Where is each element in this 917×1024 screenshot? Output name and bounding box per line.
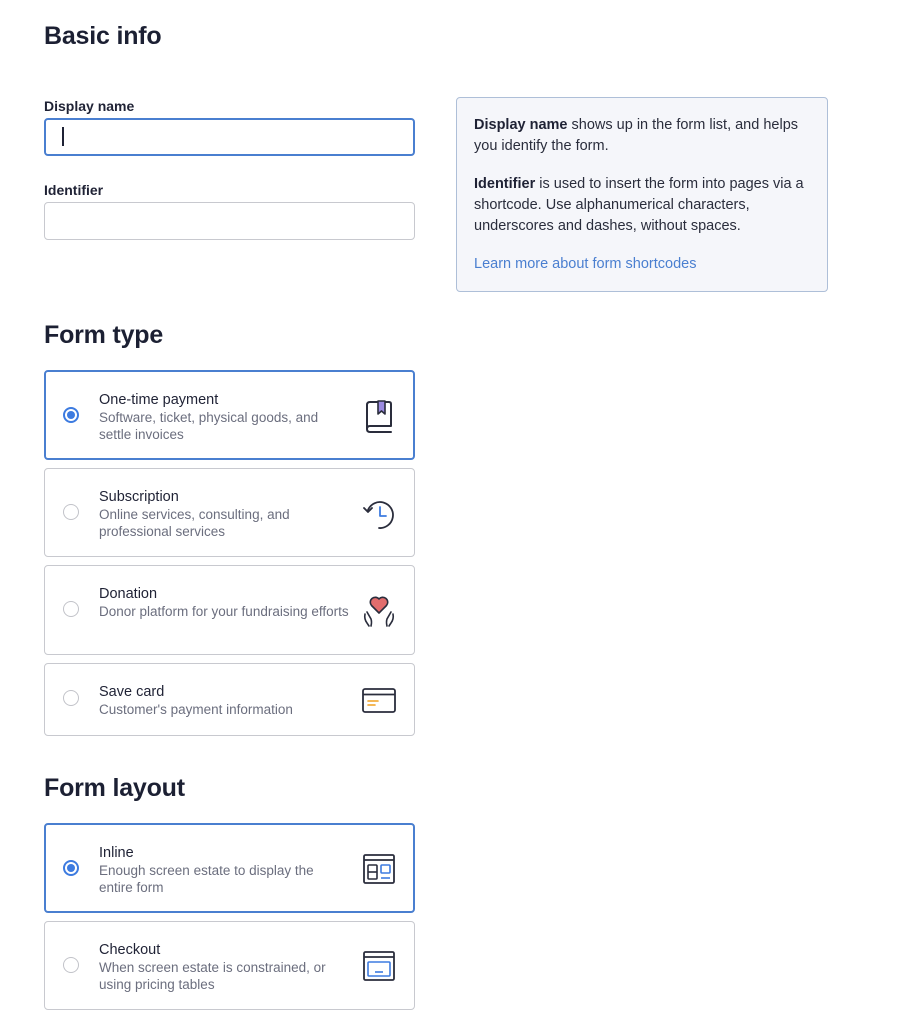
- credit-card-icon: [362, 688, 396, 713]
- option-description: Software, ticket, physical goods, and se…: [99, 410, 319, 442]
- form-type-option-save-card[interactable]: Save card Customer's payment information: [44, 663, 415, 736]
- identifier-input[interactable]: [44, 202, 415, 240]
- form-type-option-one-time-payment[interactable]: One-time payment Software, ticket, physi…: [44, 370, 415, 460]
- form-type-option-donation[interactable]: Donation Donor platform for your fundrai…: [44, 565, 415, 655]
- clock-history-icon: [363, 501, 394, 529]
- help-box: Display name shows up in the form list, …: [456, 97, 828, 292]
- option-text: Inline Enough screen estate to display t…: [99, 844, 349, 896]
- option-text: Donation Donor platform for your fundrai…: [99, 585, 349, 621]
- radio-button[interactable]: [63, 407, 79, 423]
- help-display-name-bold: Display name: [474, 117, 568, 133]
- identifier-label: Identifier: [44, 182, 104, 198]
- option-text: Save card Customer's payment information: [99, 683, 349, 719]
- help-display-name: Display name shows up in the form list, …: [474, 115, 810, 157]
- radio-button[interactable]: [63, 601, 79, 617]
- form-layout-heading: Form layout: [44, 774, 185, 802]
- option-description: When screen estate is constrained, or us…: [99, 960, 326, 992]
- form-layout-option-checkout[interactable]: Checkout When screen estate is constrain…: [44, 921, 415, 1010]
- form-layout-option-inline[interactable]: Inline Enough screen estate to display t…: [44, 823, 415, 913]
- learn-more-shortcodes-link[interactable]: Learn more about form shortcodes: [474, 254, 696, 275]
- display-name-input[interactable]: [44, 118, 415, 156]
- option-title: Subscription: [99, 489, 179, 505]
- text-caret: [62, 127, 64, 146]
- help-identifier: Identifier is used to insert the form in…: [474, 174, 810, 237]
- option-description: Customer's payment information: [99, 702, 293, 717]
- form-settings-page: Basic info Display name Identifier Displ…: [0, 0, 917, 1024]
- checkout-layout-icon: [363, 951, 395, 981]
- option-text: Checkout When screen estate is constrain…: [99, 941, 349, 993]
- option-title: Checkout: [99, 942, 161, 958]
- option-title: Donation: [99, 586, 158, 602]
- form-type-heading: Form type: [44, 321, 164, 349]
- option-description: Online services, consulting, and profess…: [99, 507, 290, 539]
- display-name-label: Display name: [44, 98, 135, 114]
- radio-button[interactable]: [63, 690, 79, 706]
- radio-button[interactable]: [63, 504, 79, 520]
- basic-info-heading: Basic info: [44, 22, 162, 50]
- heart-hands-icon: [363, 596, 395, 627]
- radio-button[interactable]: [63, 957, 79, 973]
- option-title: One-time payment: [99, 392, 219, 408]
- option-description: Enough screen estate to display the enti…: [99, 863, 314, 895]
- option-description: Donor platform for your fundraising effo…: [99, 604, 349, 619]
- option-text: One-time payment Software, ticket, physi…: [99, 391, 349, 443]
- option-title: Save card: [99, 684, 165, 700]
- radio-button[interactable]: [63, 860, 79, 876]
- option-text: Subscription Online services, consulting…: [99, 488, 349, 540]
- option-title: Inline: [99, 845, 134, 861]
- book-icon: [366, 400, 392, 433]
- help-identifier-bold: Identifier: [474, 176, 536, 192]
- form-type-option-subscription[interactable]: Subscription Online services, consulting…: [44, 468, 415, 557]
- inline-layout-icon: [363, 854, 395, 884]
